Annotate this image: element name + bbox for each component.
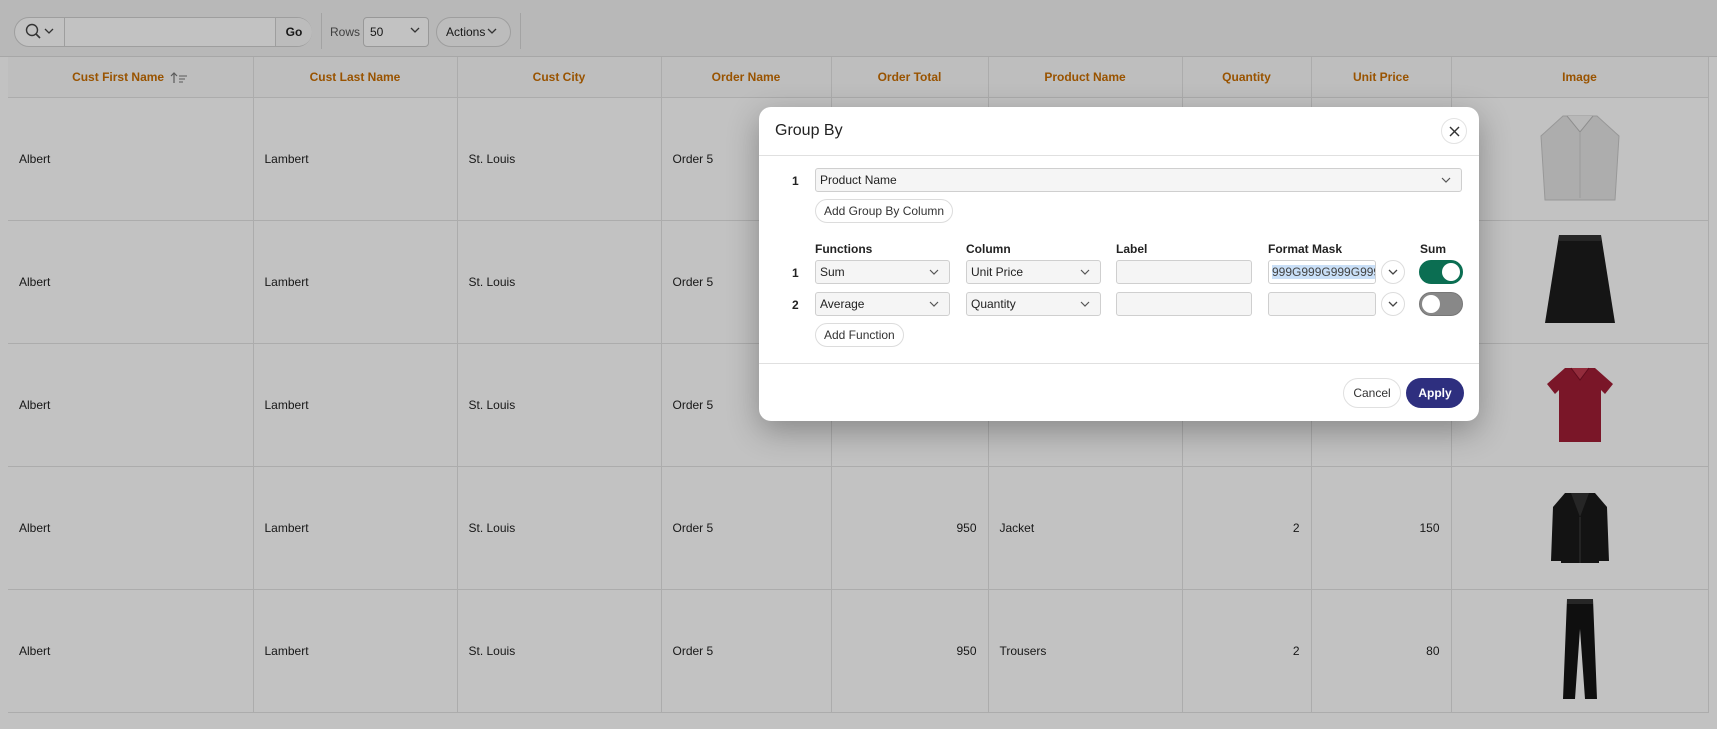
functions-header: Functions: [815, 242, 873, 256]
chevron-down-icon: [1388, 269, 1398, 275]
sum-toggle[interactable]: [1419, 260, 1463, 284]
function-row-number: 2: [792, 298, 799, 312]
function-select[interactable]: Sum: [815, 260, 950, 284]
dialog-footer: Cancel Apply: [759, 363, 1479, 421]
function-row-number: 1: [792, 266, 799, 280]
toggle-knob: [1442, 263, 1460, 281]
function-value: Average: [820, 297, 865, 311]
dialog-title: Group By: [775, 122, 843, 139]
group-by-row-number: 1: [792, 174, 799, 188]
function-column-select[interactable]: Unit Price: [966, 260, 1101, 284]
label-header: Label: [1116, 242, 1148, 256]
function-select[interactable]: Average: [815, 292, 950, 316]
function-column-value: Quantity: [971, 297, 1016, 311]
add-group-by-column-button[interactable]: Add Group By Column: [815, 199, 954, 223]
dialog-header: Group By: [759, 107, 1479, 156]
function-column-value: Unit Price: [971, 265, 1024, 279]
close-icon: [1449, 126, 1460, 137]
format-mask-picker-button[interactable]: [1381, 292, 1405, 316]
group-by-column-select[interactable]: Product Name: [815, 168, 1462, 192]
add-function-button[interactable]: Add Function: [815, 323, 904, 347]
apply-button[interactable]: Apply: [1406, 378, 1464, 408]
cancel-button[interactable]: Cancel: [1343, 378, 1401, 408]
function-value: Sum: [820, 265, 845, 279]
toggle-knob: [1422, 295, 1440, 313]
function-label-input[interactable]: [1116, 260, 1252, 284]
chevron-down-icon: [929, 301, 939, 307]
chevron-down-icon: [1080, 301, 1090, 307]
chevron-down-icon: [929, 269, 939, 275]
format-mask-input[interactable]: 999G999G999G999: [1268, 260, 1376, 284]
close-button[interactable]: [1441, 118, 1467, 144]
sum-toggle[interactable]: [1419, 292, 1463, 316]
chevron-down-icon: [1441, 177, 1451, 183]
format-mask-value: 999G999G999G999: [1272, 265, 1375, 279]
chevron-down-icon: [1080, 269, 1090, 275]
format-mask-header: Format Mask: [1268, 242, 1343, 256]
chevron-down-icon: [1388, 301, 1398, 307]
sum-header: Sum: [1420, 242, 1447, 256]
function-column-select[interactable]: Quantity: [966, 292, 1101, 316]
function-label-input[interactable]: [1116, 292, 1252, 316]
format-mask-input[interactable]: [1268, 292, 1376, 316]
group-by-column-value: Product Name: [820, 173, 897, 187]
column-header: Column: [966, 242, 1011, 256]
group-by-dialog: Group By 1 Product Name Add Group By Col…: [759, 107, 1479, 421]
format-mask-picker-button[interactable]: [1381, 260, 1405, 284]
